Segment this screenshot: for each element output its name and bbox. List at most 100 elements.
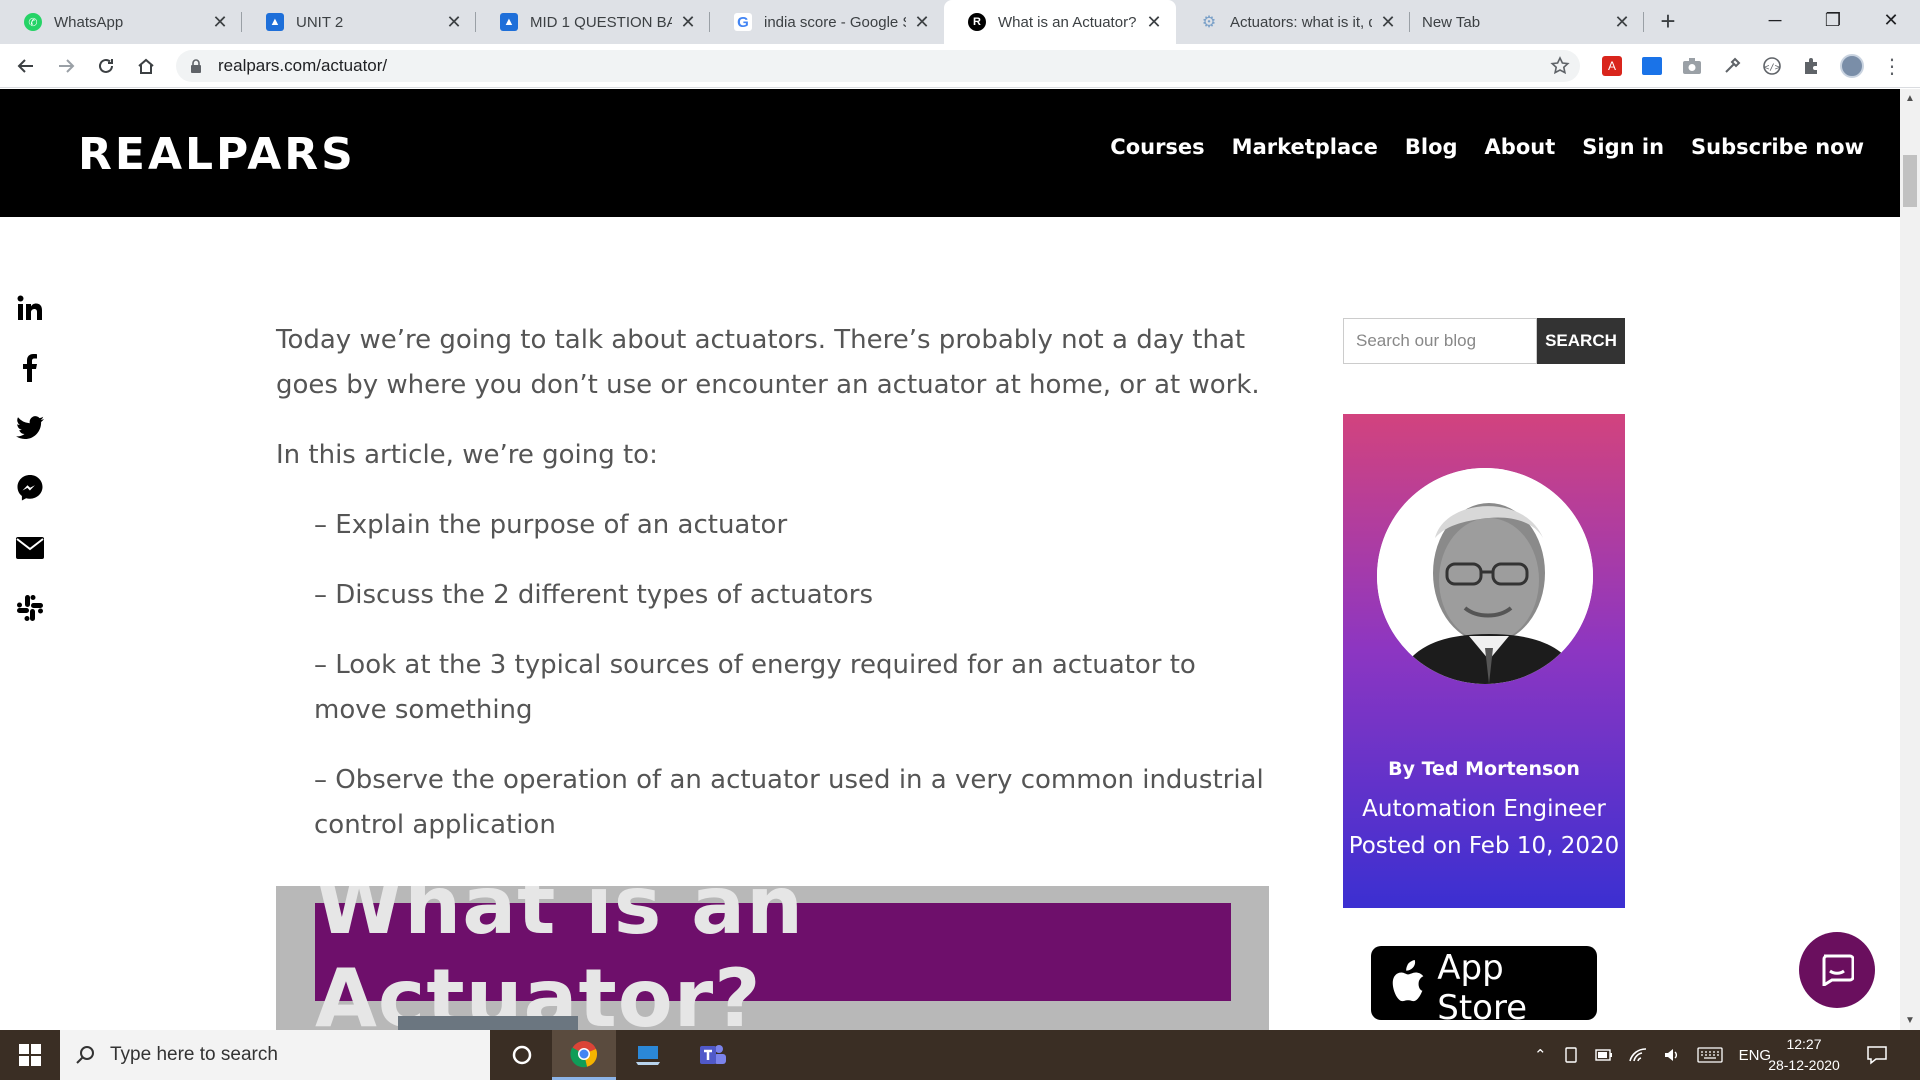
close-tab-icon[interactable]: ✕	[444, 12, 464, 33]
realpars-logo[interactable]: REALPARS	[78, 129, 356, 180]
twitter-icon[interactable]	[14, 412, 46, 444]
pc-icon	[636, 1046, 660, 1065]
device-icon[interactable]	[1563, 1047, 1579, 1063]
close-tab-icon[interactable]: ✕	[678, 12, 698, 33]
tab-title: india score - Google Se	[764, 13, 906, 31]
back-arrow-icon	[17, 59, 33, 73]
close-window-button[interactable]: ✕	[1862, 0, 1920, 40]
tab-google-search[interactable]: G india score - Google Se ✕	[710, 0, 944, 44]
realpars-icon: R	[968, 13, 986, 31]
wifi-icon[interactable]	[1628, 1047, 1647, 1063]
bookmark-star-icon[interactable]	[1548, 54, 1572, 78]
nav-subscribe-now[interactable]: Subscribe now	[1691, 135, 1864, 159]
search-icon	[76, 1046, 94, 1064]
scroll-up-icon[interactable]: ▲	[1905, 93, 1915, 104]
author-role: Automation Engineer	[1362, 796, 1606, 822]
pdf-extension-icon[interactable]: A	[1600, 54, 1624, 78]
blog-search-input[interactable]	[1343, 318, 1537, 364]
taskbar-clock[interactable]: 12:27 28-12-2020	[1756, 1034, 1852, 1076]
tab-title: UNIT 2	[296, 13, 344, 31]
nav-about[interactable]: About	[1485, 135, 1556, 159]
article-hero-image: What is an Actuator?	[276, 886, 1269, 1030]
blog-search-form: SEARCH	[1343, 318, 1625, 364]
code-extension-icon[interactable]: </>	[1760, 54, 1784, 78]
restore-button[interactable]: ❐	[1804, 0, 1862, 40]
author-photo	[1377, 468, 1593, 684]
screen-extension-icon[interactable]	[1640, 54, 1664, 78]
home-icon	[138, 58, 154, 74]
nav-blog[interactable]: Blog	[1405, 135, 1458, 159]
email-icon[interactable]	[14, 532, 46, 564]
article-body: Today we’re going to talk about actuator…	[276, 318, 1276, 848]
linkedin-icon[interactable]	[14, 292, 46, 324]
tab-title: Actuators: what is it, de	[1230, 13, 1372, 31]
blog-search-button[interactable]: SEARCH	[1537, 318, 1625, 364]
taskbar-search-box[interactable]: Type here to search	[60, 1030, 490, 1080]
battery-icon[interactable]	[1594, 1048, 1613, 1062]
forward-arrow-icon	[59, 59, 75, 73]
article-intro-paragraph: Today we’re going to talk about actuator…	[276, 325, 1260, 400]
close-tab-icon[interactable]: ✕	[1378, 12, 1398, 33]
classroom-icon: ▲	[500, 13, 518, 31]
reload-icon	[99, 58, 113, 73]
camera-icon[interactable]	[1680, 54, 1704, 78]
clock-time: 12:27	[1786, 1036, 1822, 1052]
reload-button[interactable]	[90, 50, 122, 82]
tab-new-tab[interactable]: New Tab ✕	[1410, 0, 1644, 44]
slack-icon[interactable]	[14, 592, 46, 624]
new-tab-button[interactable]: +	[1654, 8, 1682, 36]
cortana-circle-icon	[512, 1045, 532, 1065]
messenger-icon[interactable]	[14, 472, 46, 504]
tab-actuators-what-is-it[interactable]: ⚙ Actuators: what is it, de ✕	[1176, 0, 1410, 44]
control-panel-graphic	[398, 1016, 578, 1030]
facebook-icon[interactable]	[14, 352, 46, 384]
extensions-puzzle-icon[interactable]	[1800, 54, 1824, 78]
nav-sign-in[interactable]: Sign in	[1582, 135, 1664, 159]
site-header: REALPARS Courses Marketplace Blog About …	[0, 89, 1900, 217]
page-scrollbar[interactable]: ▲ ▼	[1900, 89, 1920, 1030]
cortana-button[interactable]	[490, 1030, 554, 1080]
close-tab-icon[interactable]: ✕	[210, 12, 230, 33]
notification-icon	[1867, 1046, 1887, 1065]
nav-marketplace[interactable]: Marketplace	[1232, 135, 1378, 159]
close-tab-icon[interactable]: ✕	[1612, 12, 1632, 33]
action-center-button[interactable]	[1866, 1030, 1888, 1080]
nav-courses[interactable]: Courses	[1110, 135, 1204, 159]
hero-title-text: What is an Actuator?	[315, 886, 805, 1030]
taskbar-pc-app[interactable]	[616, 1030, 680, 1080]
close-tab-icon[interactable]: ✕	[1144, 12, 1164, 33]
address-bar[interactable]: realpars.com/actuator/	[176, 50, 1580, 82]
profile-avatar[interactable]	[1840, 54, 1864, 78]
tab-mid1-question-bank[interactable]: ▲ MID 1 QUESTION BAN ✕	[476, 0, 710, 44]
eyedropper-icon[interactable]	[1720, 54, 1744, 78]
author-name[interactable]: By Ted Mortenson	[1343, 758, 1625, 780]
app-store-badge[interactable]: Download on the App Store	[1371, 938, 1597, 1028]
taskbar-teams[interactable]	[680, 1030, 744, 1080]
social-share-bar	[14, 292, 46, 652]
tab-unit-2[interactable]: ▲ UNIT 2 ✕	[242, 0, 476, 44]
author-card: By Ted Mortenson Automation Engineer Pos…	[1343, 414, 1625, 908]
lock-icon	[191, 59, 201, 73]
close-tab-icon[interactable]: ✕	[912, 12, 932, 33]
chat-icon	[1822, 954, 1854, 986]
tab-what-is-an-actuator[interactable]: R What is an Actuator? | ✕	[944, 0, 1176, 44]
home-button[interactable]	[130, 50, 162, 82]
taskbar-search-placeholder: Type here to search	[110, 1044, 278, 1065]
minimize-button[interactable]: ─	[1746, 0, 1804, 40]
back-button[interactable]	[10, 50, 42, 82]
keyboard-icon[interactable]	[1696, 1047, 1723, 1063]
chat-launcher-button[interactable]	[1799, 932, 1875, 1008]
menu-kebab-icon[interactable]: ⋮	[1880, 54, 1904, 78]
appstore-label: App Store	[1437, 948, 1528, 1028]
chrome-icon	[570, 1040, 598, 1067]
volume-icon[interactable]	[1663, 1047, 1681, 1063]
start-button[interactable]	[0, 1030, 60, 1080]
show-hidden-icons-chevron-icon[interactable]: ⌃	[1534, 1046, 1547, 1064]
taskbar-chrome[interactable]	[552, 1030, 616, 1080]
google-icon: G	[734, 13, 752, 31]
browser-toolbar: realpars.com/actuator/ A </> ⋮	[0, 44, 1920, 88]
tab-whatsapp[interactable]: ✆ WhatsApp ✕	[0, 0, 242, 44]
scroll-down-icon[interactable]: ▼	[1905, 1015, 1915, 1026]
forward-button[interactable]	[50, 50, 82, 82]
scrollbar-thumb[interactable]	[1903, 155, 1917, 207]
